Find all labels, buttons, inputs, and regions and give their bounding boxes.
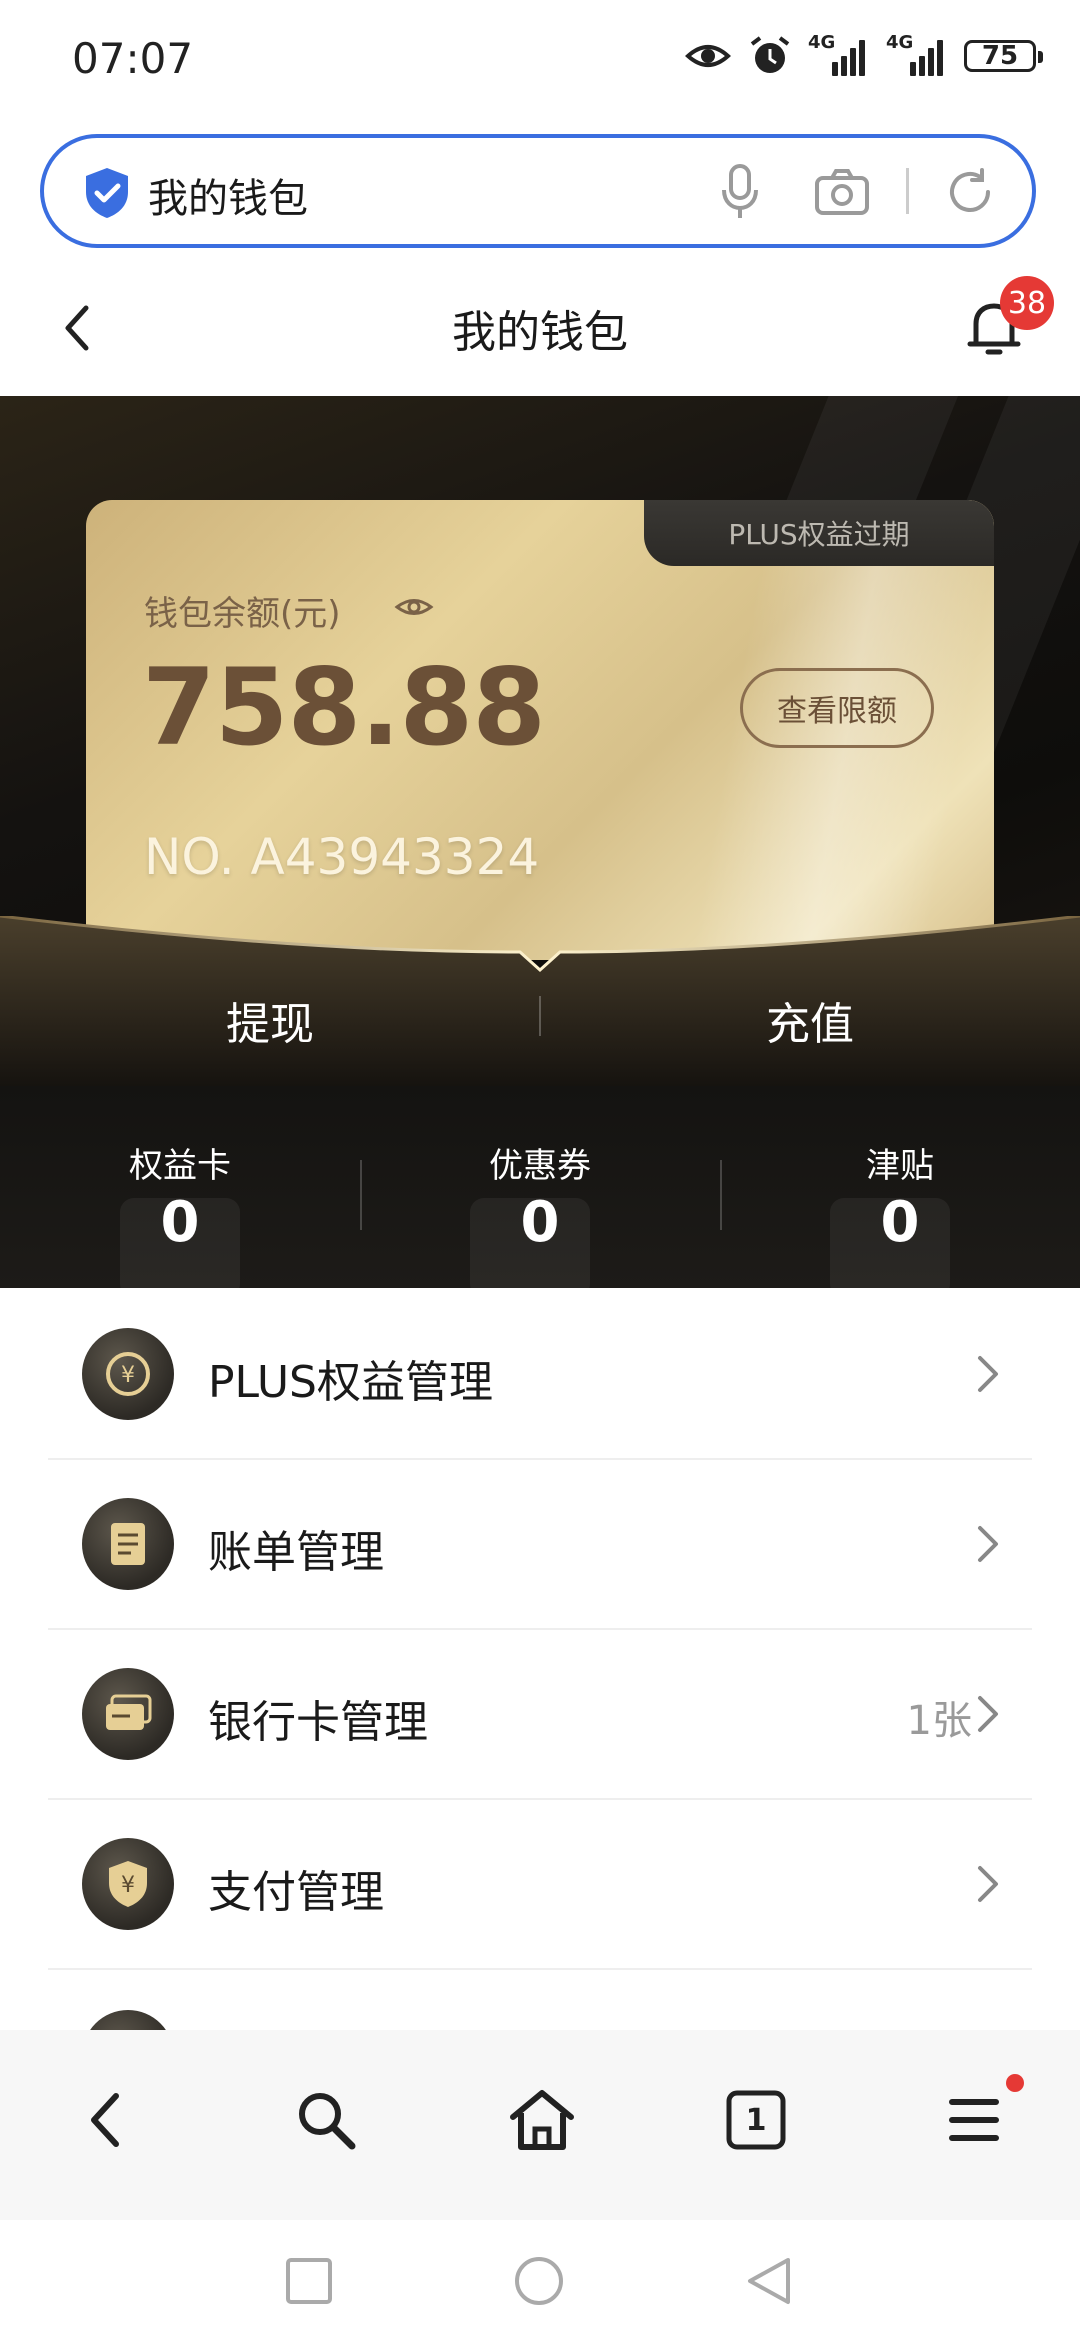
stat-label: 津贴 [866,1146,934,1186]
chevron-right-icon [978,1356,998,1392]
plus-status-tag: PLUS权益过期 [644,500,994,566]
menu-label: PLUS权益管理 [208,1357,493,1408]
home-icon[interactable] [502,2080,582,2160]
stat-coupon[interactable]: 优惠券 0 [360,1086,720,1288]
svg-text:¥: ¥ [121,1873,135,1898]
chevron-right-icon [978,1866,998,1902]
system-navigation [0,2220,1080,2340]
balance-label: 钱包余额(元) [144,594,341,634]
signal-icon: 4G [808,32,872,76]
stat-benefit-card[interactable]: 权益卡 0 [0,1086,360,1288]
battery-level: 75 [981,41,1019,71]
wallet-stats: 权益卡 0 优惠券 0 津贴 0 [0,1086,1080,1288]
wallet-card: PLUS权益过期 钱包余额(元) 758.88 查看限额 NO. A439433… [86,500,994,960]
menu-item-plus-benefits[interactable]: ¥ PLUS权益管理 [48,1288,1032,1460]
network-type-label: 4G [886,32,914,53]
microphone-icon[interactable] [716,162,764,222]
tabs-icon[interactable]: 1 [716,2080,796,2160]
recharge-button[interactable]: 充值 [660,988,960,1052]
shield-check-icon [86,168,128,218]
menu-item-bills[interactable]: 账单管理 [48,1458,1032,1630]
eye-icon[interactable] [394,592,434,622]
menu-label: 银行卡管理 [208,1697,428,1748]
camera-icon[interactable] [814,168,870,216]
search-divider [906,168,909,214]
status-bar: 07:07 4G 4G 75 [0,0,1080,120]
wallet-hero: PLUS权益过期 钱包余额(元) 758.88 查看限额 NO. A439433… [0,396,1080,1086]
payment-shield-icon: ¥ [82,1838,174,1930]
home-circle-icon[interactable] [512,2254,566,2308]
refresh-icon[interactable] [942,164,998,220]
menu-icon[interactable] [934,2074,1024,2160]
bank-card-count: 1张 [906,1698,972,1744]
signal-icon: 4G [886,32,950,76]
chevron-right-icon [978,1526,998,1562]
eye-icon [685,45,731,67]
card-number: NO. A43943324 [144,828,540,886]
search-icon[interactable] [286,2080,366,2160]
network-type-label: 4G [808,32,836,53]
coin-icon: ¥ [82,1328,174,1420]
stat-value: 0 [520,1190,560,1255]
balance-value: 758.88 [142,646,546,769]
alarm-icon [750,36,790,73]
tab-count: 1 [745,2102,767,2138]
menu-item-bank-cards[interactable]: 银行卡管理 1张 [48,1628,1032,1800]
page-header: 我的钱包 38 [0,268,1080,396]
page-title: 我的钱包 [452,307,628,358]
back-icon[interactable] [66,2080,146,2160]
status-time: 07:07 [72,34,194,83]
bank-card-icon [82,1668,174,1760]
stat-allowance[interactable]: 津贴 0 [720,1086,1080,1288]
battery-icon: 75 [964,40,1043,72]
stat-label: 优惠券 [489,1146,591,1186]
search-input[interactable]: 我的钱包 [148,166,308,224]
menu-notification-dot [1006,2074,1024,2092]
notification-badge: 38 [1000,276,1054,330]
chevron-right-icon [978,1696,998,1732]
recent-apps-icon[interactable] [282,2254,336,2308]
stat-value: 0 [880,1190,920,1255]
svg-text:¥: ¥ [121,1363,135,1388]
view-limit-button[interactable]: 查看限额 [740,668,934,748]
status-icons: 4G 4G 75 [684,32,1043,78]
stat-value: 0 [160,1190,200,1255]
back-triangle-icon[interactable] [742,2254,796,2308]
menu-label: 账单管理 [208,1527,384,1578]
action-divider [539,996,541,1036]
browser-toolbar: 1 [0,2030,1080,2220]
menu-item-payment[interactable]: ¥ 支付管理 [48,1798,1032,1970]
search-bar[interactable]: 我的钱包 [40,134,1036,248]
bill-icon [82,1498,174,1590]
stat-label: 权益卡 [129,1146,231,1186]
withdraw-button[interactable]: 提现 [120,988,420,1052]
menu-label: 支付管理 [208,1867,384,1918]
